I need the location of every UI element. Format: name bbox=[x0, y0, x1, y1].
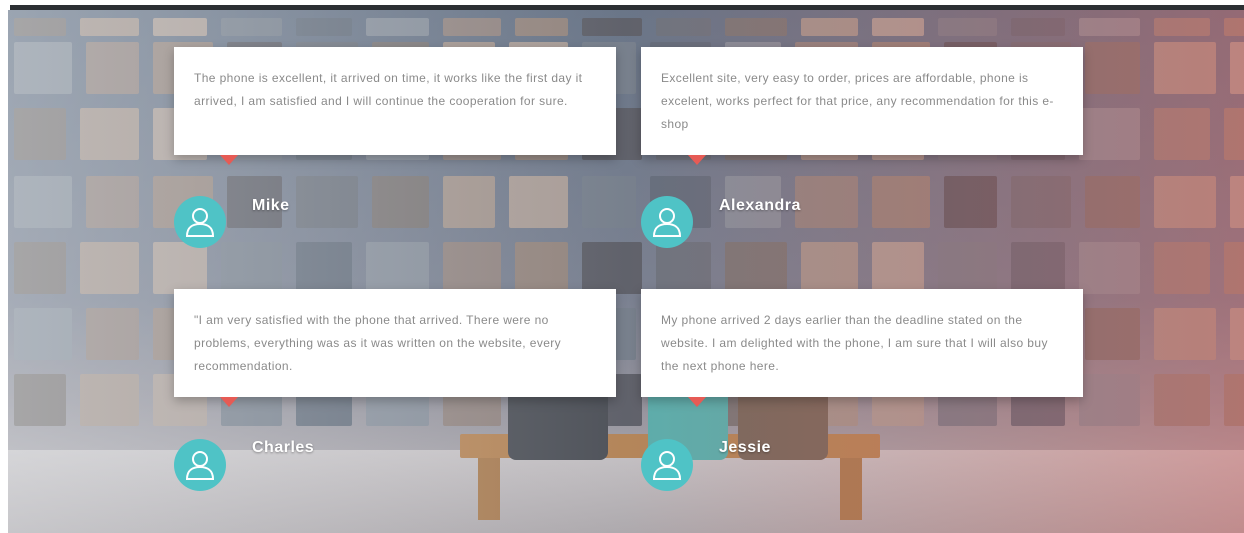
testimonial-text: The phone is excellent, it arrived on ti… bbox=[194, 71, 583, 108]
user-icon bbox=[185, 451, 215, 480]
avatar bbox=[641, 196, 693, 248]
user-icon bbox=[652, 451, 682, 480]
testimonial-card: The phone is excellent, it arrived on ti… bbox=[174, 47, 616, 155]
user-icon bbox=[652, 208, 682, 237]
card-pointer bbox=[688, 397, 706, 407]
card-pointer bbox=[220, 397, 238, 407]
top-bar bbox=[0, 0, 1244, 10]
testimonial-text: My phone arrived 2 days earlier than the… bbox=[661, 313, 1048, 373]
testimonial-text: Excellent site, very easy to order, pric… bbox=[661, 71, 1054, 131]
card-pointer bbox=[688, 155, 706, 165]
avatar bbox=[174, 439, 226, 491]
testimonial-card: Excellent site, very easy to order, pric… bbox=[641, 47, 1083, 155]
testimonial-text: "I am very satisfied with the phone that… bbox=[194, 313, 562, 373]
reviewer-name: Alexandra bbox=[719, 197, 801, 214]
avatar bbox=[641, 439, 693, 491]
reviewer-name: Jessie bbox=[719, 439, 771, 456]
testimonial-card: "I am very satisfied with the phone that… bbox=[174, 289, 616, 397]
reviewer-name: Charles bbox=[252, 439, 315, 456]
user-icon bbox=[185, 208, 215, 237]
card-pointer bbox=[220, 155, 238, 165]
avatar bbox=[174, 196, 226, 248]
testimonial-card: My phone arrived 2 days earlier than the… bbox=[641, 289, 1083, 397]
reviewer-name: Mike bbox=[252, 197, 290, 214]
